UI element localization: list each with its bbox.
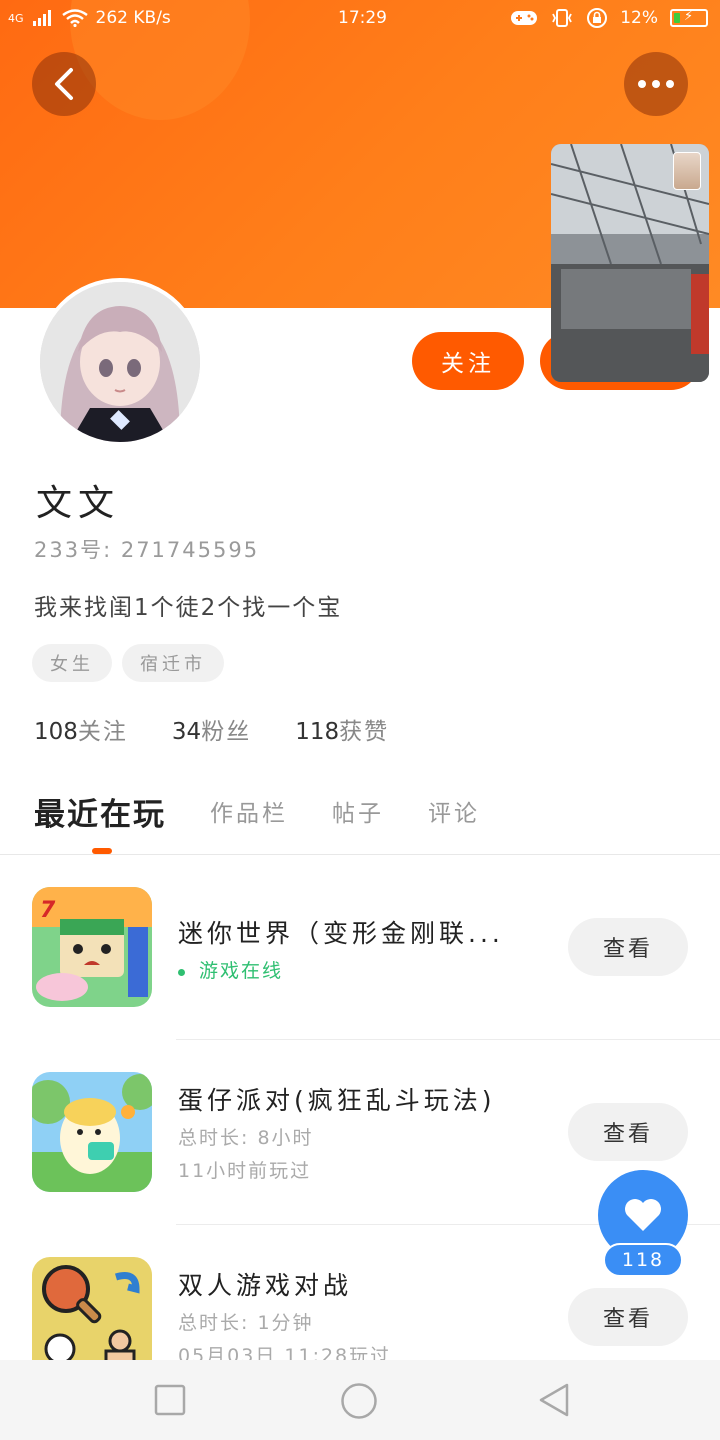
fans-count: 34 bbox=[171, 719, 202, 745]
svg-text:7: 7 bbox=[40, 898, 56, 923]
signal-icon bbox=[32, 10, 51, 26]
tab-works[interactable]: 作品栏 bbox=[210, 794, 288, 828]
following-label: 关注 bbox=[77, 719, 128, 745]
likes-count: 118 bbox=[295, 719, 340, 745]
status-left: 4G 262 KB/s bbox=[8, 8, 171, 28]
video-call-window[interactable] bbox=[551, 144, 709, 382]
avatar-image bbox=[40, 282, 200, 442]
game-title: 双人游戏对战 bbox=[178, 1271, 353, 1300]
tag-gender: 女生 bbox=[32, 644, 112, 682]
game-icon-two-player bbox=[32, 1257, 152, 1360]
profile-uid: 233号: 271745595 bbox=[34, 538, 260, 562]
back-icon bbox=[55, 68, 73, 100]
profile-tags: 女生 宿迁市 bbox=[32, 644, 224, 682]
stat-fans[interactable]: 34粉丝 bbox=[172, 712, 251, 746]
online-dot-icon bbox=[178, 969, 185, 976]
status-right: 12% ⚡ bbox=[510, 7, 708, 29]
tabs-divider bbox=[0, 854, 720, 855]
rotation-lock-icon bbox=[587, 8, 608, 28]
back-button[interactable] bbox=[32, 52, 96, 116]
wifi-icon bbox=[61, 9, 88, 27]
profile-stats: 108关注 34粉丝 118获赞 bbox=[34, 712, 389, 746]
heart-icon bbox=[625, 1199, 661, 1231]
stat-following[interactable]: 108关注 bbox=[34, 712, 128, 746]
system-nav-bar bbox=[0, 1360, 720, 1440]
profile-name: 文文 bbox=[36, 483, 121, 524]
game-title: 蛋仔派对(疯狂乱斗玩法) bbox=[178, 1086, 496, 1115]
stat-likes[interactable]: 118获赞 bbox=[295, 712, 389, 746]
game-thumbnail bbox=[32, 1072, 152, 1192]
vibrate-icon bbox=[552, 9, 573, 27]
follow-button[interactable]: 关注 bbox=[412, 332, 524, 390]
status-bar: 4G 262 KB/s 17:29 12% ⚡ bbox=[0, 0, 720, 36]
view-game-button[interactable]: 查看 bbox=[568, 918, 688, 976]
network-type: 4G bbox=[8, 11, 24, 25]
view-game-button[interactable]: 查看 bbox=[568, 1103, 688, 1161]
game-last-played: 05月03日 11:28玩过 bbox=[178, 1345, 392, 1360]
profile-tabs: 最近在玩 作品栏 帖子 评论 bbox=[34, 786, 480, 836]
game-icon-eggy-party bbox=[32, 1072, 152, 1192]
game-last-played: 11小时前玩过 bbox=[178, 1160, 312, 1182]
game-thumbnail bbox=[32, 1257, 152, 1360]
tab-posts[interactable]: 帖子 bbox=[332, 794, 384, 828]
game-icon-mini-world: 7 bbox=[32, 887, 152, 1007]
row-divider bbox=[176, 1039, 720, 1040]
game-duration: 总时长: 8小时 bbox=[178, 1127, 314, 1149]
game-duration: 总时长: 1分钟 bbox=[178, 1312, 314, 1334]
like-count-badge: 118 bbox=[603, 1243, 683, 1277]
self-view-thumbnail[interactable] bbox=[673, 152, 701, 190]
game-list-item[interactable]: 7 迷你世界（变形金刚联... 游戏在线 查看 bbox=[0, 870, 720, 1055]
fans-label: 粉丝 bbox=[201, 719, 252, 745]
online-label: 游戏在线 bbox=[199, 960, 284, 982]
circle-icon[interactable] bbox=[340, 1382, 378, 1420]
likes-label: 获赞 bbox=[339, 719, 390, 745]
status-time: 17:29 bbox=[338, 8, 387, 28]
profile-bio: 我来找闺1个徒2个找一个宝 bbox=[34, 595, 343, 621]
gamepad-icon bbox=[511, 11, 538, 25]
game-online-status: 游戏在线 bbox=[178, 956, 283, 983]
following-count: 108 bbox=[34, 719, 78, 745]
battery-icon: ⚡ bbox=[670, 9, 708, 27]
battery-percent: 12% bbox=[620, 8, 658, 28]
triangle-back-icon[interactable] bbox=[536, 1382, 572, 1418]
more-button[interactable] bbox=[624, 52, 688, 116]
tab-recent-games[interactable]: 最近在玩 bbox=[34, 789, 166, 834]
game-title: 迷你世界（变形金刚联... bbox=[178, 919, 504, 948]
square-icon[interactable] bbox=[154, 1384, 186, 1416]
network-speed: 262 KB/s bbox=[95, 8, 171, 28]
tag-city: 宿迁市 bbox=[122, 644, 224, 682]
avatar[interactable] bbox=[36, 278, 204, 446]
view-game-button[interactable]: 查看 bbox=[568, 1288, 688, 1346]
game-thumbnail: 7 bbox=[32, 887, 152, 1007]
tab-comments[interactable]: 评论 bbox=[428, 794, 480, 828]
more-icon bbox=[638, 80, 674, 88]
